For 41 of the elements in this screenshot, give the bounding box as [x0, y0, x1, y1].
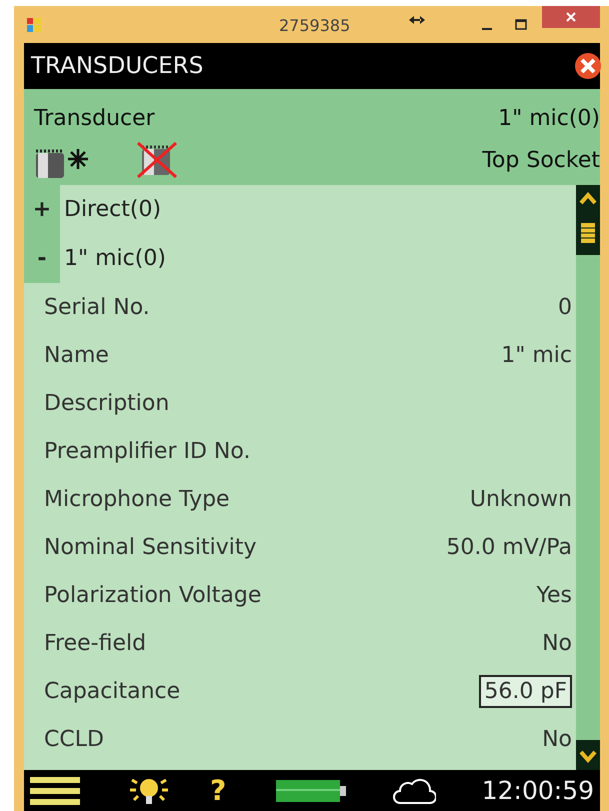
- close-icon[interactable]: [574, 52, 602, 80]
- property-value[interactable]: Yes: [536, 582, 572, 608]
- property-label: Name: [44, 342, 109, 368]
- resize-icon[interactable]: [409, 16, 425, 24]
- battery-icon: [276, 778, 348, 804]
- clock-time: 12:00:59: [482, 776, 594, 805]
- property-label: Nominal Sensitivity: [44, 534, 257, 560]
- help-button[interactable]: ?: [210, 774, 226, 807]
- property-label: Description: [44, 390, 170, 416]
- expander[interactable]: +: [24, 197, 60, 222]
- expander[interactable]: -: [24, 246, 60, 271]
- property-label: Serial No.: [44, 294, 150, 320]
- scroll-down-icon[interactable]: [576, 740, 600, 770]
- close-button[interactable]: [542, 6, 600, 28]
- property-label: Capacitance: [44, 678, 180, 704]
- window-title: 2759385: [279, 16, 350, 35]
- transducer-label: Transducer: [34, 106, 155, 130]
- scroll-thumb[interactable]: [576, 215, 600, 255]
- property-value[interactable]: No: [542, 726, 572, 752]
- maximize-icon: [515, 18, 527, 30]
- input-field[interactable]: 56.0 pF: [479, 674, 572, 708]
- property-value[interactable]: 1" mic: [501, 342, 572, 368]
- scroll-up-icon[interactable]: [576, 185, 600, 215]
- tree-item[interactable]: 1" mic(0): [60, 246, 166, 271]
- app-icon: [26, 16, 42, 32]
- close-icon: [565, 11, 577, 23]
- property-value[interactable]: 50.0 mV/Pa: [446, 534, 572, 560]
- property-label: Preamplifier ID No.: [44, 438, 250, 464]
- menu-icon[interactable]: [30, 776, 80, 806]
- minimize-icon: [482, 28, 492, 30]
- property-label: Microphone Type: [44, 486, 230, 512]
- property-label: Polarization Voltage: [44, 582, 262, 608]
- property-value[interactable]: Unknown: [470, 486, 572, 512]
- property-value[interactable]: No: [542, 630, 572, 656]
- property-value[interactable]: 0: [558, 294, 572, 320]
- screen-title: TRANSDUCERS: [31, 53, 204, 79]
- property-label: CCLD: [44, 726, 104, 752]
- socket-value: Top Socket: [482, 148, 600, 172]
- tree-item[interactable]: Direct(0): [60, 197, 162, 222]
- property-label: Free-field: [44, 630, 146, 656]
- transducer-value[interactable]: 1" mic(0): [498, 106, 600, 130]
